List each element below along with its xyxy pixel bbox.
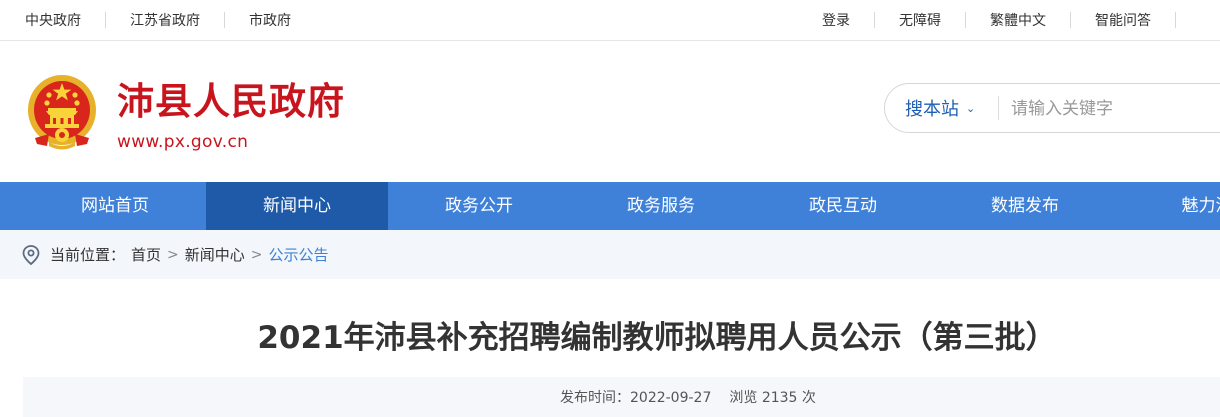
main-nav: 网站首页 新闻中心 政务公开 政务服务 政民互动 数据发布 魅力沛	[0, 182, 1220, 230]
nav-item-charm-peixian[interactable]: 魅力沛	[1116, 182, 1220, 230]
search-scope-dropdown[interactable]: 搜本站 ⌄	[905, 84, 975, 132]
breadcrumb-bar: 当前位置： 首页 > 新闻中心 > 公示公告	[0, 230, 1220, 279]
nav-item-gov-affairs-open[interactable]: 政务公开	[388, 182, 570, 230]
site-url[interactable]: www.px.gov.cn	[117, 132, 248, 152]
chevron-down-icon: ⌄	[966, 101, 976, 115]
nav-item-home[interactable]: 网站首页	[24, 182, 206, 230]
divider	[998, 96, 999, 120]
nav-item-data-release[interactable]: 数据发布	[934, 182, 1116, 230]
link-jiangsu-government[interactable]: 江苏省政府	[130, 10, 200, 30]
views-count: 2135	[761, 390, 798, 406]
divider	[965, 12, 966, 28]
search-scope-label: 搜本站	[905, 99, 959, 120]
accessibility-link[interactable]: 无障碍	[899, 10, 941, 30]
top-left-links: 中央政府 江苏省政府 市政府	[25, 0, 291, 40]
search-box: 搜本站 ⌄	[884, 83, 1220, 133]
breadcrumb-separator: >	[167, 246, 179, 263]
breadcrumb: 当前位置： 首页 > 新闻中心 > 公示公告	[22, 230, 329, 279]
location-pin-icon	[22, 244, 40, 265]
breadcrumb-news-center[interactable]: 新闻中心	[185, 244, 245, 265]
search-input[interactable]	[1009, 92, 1220, 126]
link-city-government[interactable]: 市政府	[249, 10, 291, 30]
publish-date: 2022-09-27	[630, 390, 712, 406]
login-link[interactable]: 登录	[822, 10, 850, 30]
divider	[1175, 12, 1176, 28]
nav-item-interaction[interactable]: 政民互动	[752, 182, 934, 230]
link-central-government[interactable]: 中央政府	[25, 10, 81, 30]
breadcrumb-separator: >	[250, 246, 263, 263]
smart-qa-link[interactable]: 智能问答	[1095, 10, 1151, 30]
nav-item-gov-services[interactable]: 政务服务	[570, 182, 752, 230]
site-title[interactable]: 沛县人民政府	[117, 77, 345, 127]
article-meta-bar: 发布时间：2022-09-27 浏览 2135 次	[23, 377, 1220, 417]
site-header: 沛县人民政府 www.px.gov.cn 搜本站 ⌄	[0, 41, 1220, 182]
breadcrumb-announcements[interactable]: 公示公告	[269, 244, 329, 265]
top-right-links: 登录 无障碍 繁體中文 智能问答	[822, 0, 1220, 40]
top-bar: 中央政府 江苏省政府 市政府 登录 无障碍 繁體中文 智能问答	[0, 0, 1220, 41]
breadcrumb-home[interactable]: 首页	[131, 244, 161, 265]
divider	[874, 12, 875, 28]
divider	[1070, 12, 1071, 28]
breadcrumb-label: 当前位置：	[50, 246, 126, 264]
nav-item-news-center[interactable]: 新闻中心	[206, 182, 388, 230]
article-title: 2021年沛县补充招聘编制教师拟聘用人员公示（第三批）	[257, 320, 1057, 356]
traditional-chinese-link[interactable]: 繁體中文	[990, 10, 1046, 30]
views-unit: 次	[801, 390, 816, 406]
divider	[105, 12, 106, 28]
views-label: 浏览	[729, 390, 758, 406]
article-meta: 发布时间：2022-09-27 浏览 2135 次	[560, 387, 816, 407]
national-emblem-icon[interactable]	[25, 72, 99, 152]
publish-label: 发布时间：	[560, 390, 630, 406]
divider	[224, 12, 225, 28]
